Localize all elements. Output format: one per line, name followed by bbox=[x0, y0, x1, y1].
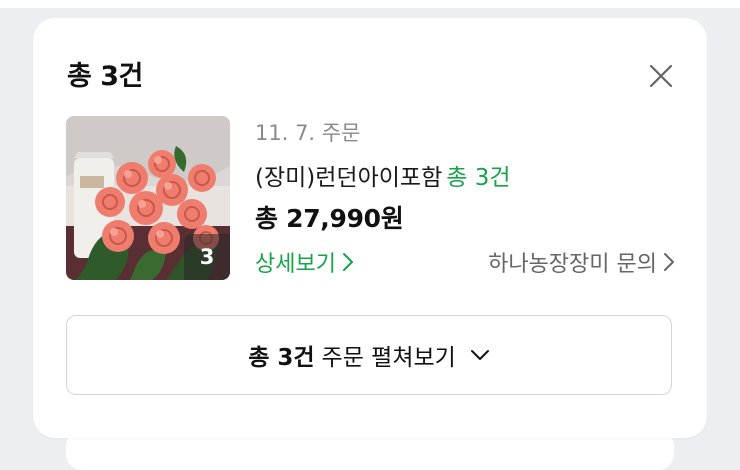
close-button[interactable] bbox=[647, 62, 675, 90]
expand-label: 주문 펼쳐보기 bbox=[321, 345, 456, 371]
chevron-right-icon bbox=[664, 253, 674, 271]
expand-count-label: 총 3건 bbox=[248, 345, 315, 371]
order-date: 11. 7. 주문 bbox=[255, 121, 361, 145]
order-summary-card: 총 3건 3 11. 7. 주문 (장미)런던아이포함 총 3건 총 27,99… bbox=[33, 18, 707, 438]
product-line: (장미)런던아이포함 총 3건 bbox=[255, 158, 511, 192]
product-count: 총 3건 bbox=[446, 165, 511, 191]
chevron-right-icon bbox=[342, 253, 353, 271]
inquiry-label: 하나농장장미 문의 bbox=[488, 252, 657, 277]
product-name[interactable]: (장미)런던아이포함 bbox=[255, 165, 442, 191]
chevron-down-icon bbox=[470, 350, 489, 360]
seller-inquiry-link[interactable]: 하나농장장미 문의 bbox=[488, 246, 675, 278]
detail-label: 상세보기 bbox=[255, 252, 336, 277]
product-image[interactable]: 3 bbox=[66, 116, 230, 280]
image-count-badge: 3 bbox=[184, 234, 230, 280]
total-price: 총 27,990원 bbox=[255, 204, 404, 233]
expand-orders-button[interactable]: 총 3건 주문 펼쳐보기 bbox=[66, 315, 672, 395]
card-title: 총 3건 bbox=[67, 61, 143, 92]
detail-link[interactable]: 상세보기 bbox=[255, 246, 354, 278]
top-strip bbox=[0, 0, 740, 8]
close-icon bbox=[649, 64, 673, 88]
